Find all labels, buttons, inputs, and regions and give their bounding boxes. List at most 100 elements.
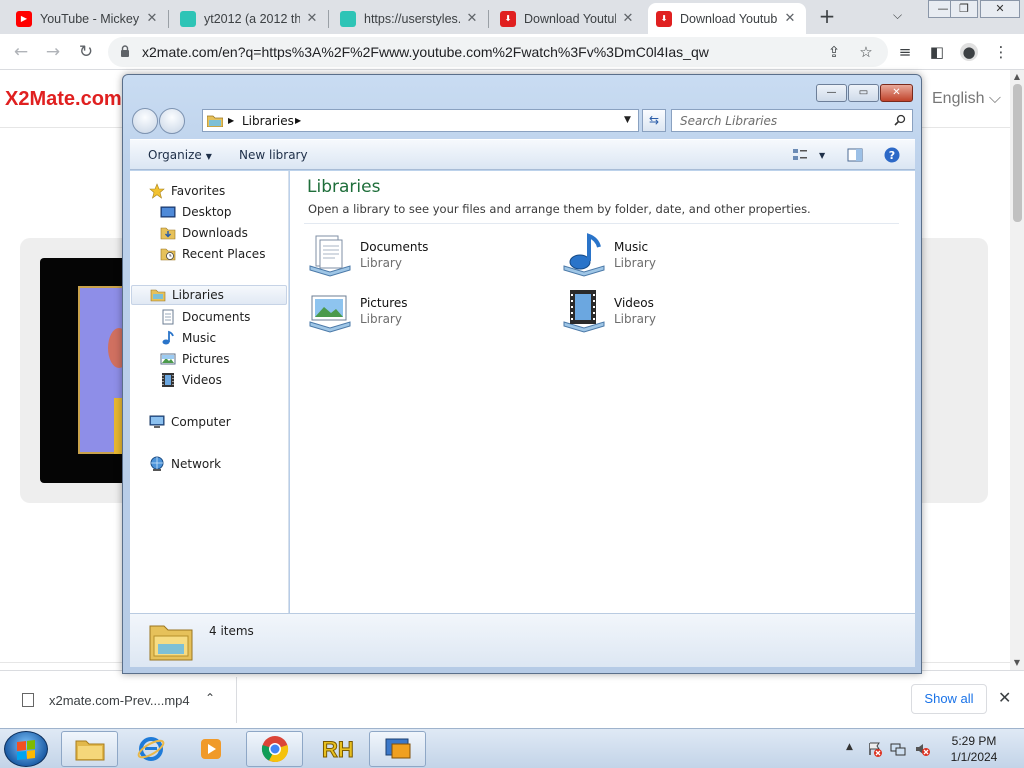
divider bbox=[304, 223, 899, 224]
taskbar-remote-desktop[interactable] bbox=[369, 731, 426, 767]
tab-download-youtube[interactable]: ⬇ Download Youtub ✕ bbox=[492, 3, 644, 34]
library-videos[interactable]: Videos Library bbox=[560, 288, 790, 338]
organize-button[interactable]: Organize ▼ bbox=[148, 148, 212, 162]
share-icon[interactable]: ⇪ bbox=[825, 43, 843, 61]
back-arrow-icon[interactable]: ← bbox=[10, 41, 32, 63]
documents-icon bbox=[162, 309, 174, 325]
libraries-folder-icon bbox=[149, 625, 193, 661]
volume-muted-icon[interactable] bbox=[914, 741, 930, 757]
tab-search-chevron-icon[interactable]: ⌵ bbox=[893, 8, 902, 23]
side-panel-icon[interactable]: ◧ bbox=[928, 43, 946, 61]
minimize-icon[interactable]: — bbox=[816, 84, 847, 102]
maximize-icon[interactable]: ▭ bbox=[848, 84, 879, 102]
nav-libraries[interactable]: Libraries bbox=[131, 285, 287, 305]
scroll-up-icon[interactable]: ▲ bbox=[1012, 72, 1022, 81]
nav-network[interactable]: Network bbox=[130, 454, 289, 474]
taskbar-internet-explorer[interactable] bbox=[122, 731, 179, 767]
breadcrumb-separator-icon[interactable]: ▶ bbox=[228, 116, 234, 125]
pictures-icon bbox=[160, 353, 176, 365]
chevron-up-icon[interactable]: ⌃ bbox=[205, 691, 215, 705]
menu-kebab-icon[interactable]: ⋮ bbox=[992, 43, 1010, 61]
close-window-icon[interactable]: ✕ bbox=[980, 0, 1020, 18]
close-window-icon[interactable]: ✕ bbox=[880, 84, 913, 102]
library-documents[interactable]: Documents Library bbox=[306, 232, 536, 282]
close-icon[interactable]: ✕ bbox=[620, 11, 636, 26]
nav-pictures[interactable]: Pictures bbox=[130, 349, 289, 369]
breadcrumb-libraries[interactable]: Libraries bbox=[242, 114, 294, 128]
taskbar-media-player[interactable] bbox=[182, 731, 239, 767]
search-icon bbox=[894, 114, 906, 126]
refresh-icon[interactable]: ⇆ bbox=[642, 109, 666, 132]
breadcrumb-separator-icon[interactable]: ▶ bbox=[295, 116, 301, 125]
help-icon[interactable]: ? bbox=[884, 147, 900, 163]
change-view-icon[interactable] bbox=[792, 147, 808, 163]
close-icon[interactable]: ✕ bbox=[304, 11, 320, 26]
nav-favorites[interactable]: Favorites bbox=[130, 181, 289, 201]
chrome-icon bbox=[261, 736, 288, 763]
libraries-icon bbox=[150, 289, 166, 302]
svg-text:RH: RH bbox=[322, 737, 354, 762]
start-button[interactable] bbox=[4, 731, 48, 767]
nav-recent-places[interactable]: Recent Places bbox=[130, 244, 289, 264]
nav-videos[interactable]: Videos bbox=[130, 370, 289, 390]
taskbar-rh[interactable]: RH bbox=[308, 731, 365, 767]
library-pictures[interactable]: Pictures Library bbox=[306, 288, 536, 338]
search-placeholder: Search Libraries bbox=[680, 114, 778, 128]
tab-yt2012[interactable]: yt2012 (a 2012 th ✕ bbox=[172, 3, 328, 34]
nav-music[interactable]: Music bbox=[130, 328, 289, 348]
show-hidden-icons-icon[interactable]: ▲ bbox=[846, 742, 853, 752]
network-tray-icon[interactable] bbox=[890, 741, 906, 757]
close-icon[interactable]: ✕ bbox=[998, 688, 1011, 707]
language-selector[interactable]: English ⌵ bbox=[932, 90, 1001, 108]
site-logo[interactable]: X2Mate.com bbox=[5, 88, 122, 111]
new-tab-button[interactable]: + bbox=[815, 6, 839, 28]
scroll-down-icon[interactable]: ▼ bbox=[1012, 658, 1022, 667]
nav-downloads[interactable]: Downloads bbox=[130, 223, 289, 243]
tab-userstyles[interactable]: https://userstyles. ✕ bbox=[332, 3, 488, 34]
scrollbar-thumb[interactable] bbox=[1013, 84, 1022, 222]
close-icon[interactable]: ✕ bbox=[144, 11, 160, 26]
tab-download-youtube-active[interactable]: ⬇ Download Youtub ✕ bbox=[648, 3, 806, 34]
taskbar-chrome[interactable] bbox=[246, 731, 303, 767]
libraries-heading: Libraries bbox=[307, 177, 381, 197]
content-pane: Libraries Open a library to see your fil… bbox=[290, 171, 915, 613]
forward-arrow-icon[interactable]: → bbox=[42, 41, 64, 63]
show-all-button[interactable]: Show all bbox=[911, 684, 987, 714]
video-film-icon bbox=[162, 373, 174, 387]
library-type: Library bbox=[614, 256, 656, 270]
reload-icon[interactable]: ↻ bbox=[75, 41, 97, 63]
close-icon[interactable]: ✕ bbox=[464, 11, 480, 26]
address-bar[interactable]: ▶ Libraries ▶ ▼ bbox=[202, 109, 639, 132]
bookmark-star-icon[interactable]: ☆ bbox=[857, 43, 875, 61]
download-filename[interactable]: x2mate.com-Prev....mp4 bbox=[49, 693, 190, 708]
action-center-icon[interactable] bbox=[867, 741, 883, 757]
restore-icon[interactable]: ❐ bbox=[950, 0, 978, 18]
address-bar[interactable]: x2mate.com/en?q=https%3A%2F%2Fwww.youtub… bbox=[108, 37, 888, 67]
nav-computer[interactable]: Computer bbox=[130, 412, 289, 432]
library-music[interactable]: Music Library bbox=[560, 232, 790, 282]
back-arrow-icon[interactable] bbox=[132, 108, 158, 134]
nav-label: Documents bbox=[182, 310, 251, 324]
library-type: Library bbox=[614, 312, 656, 326]
organize-label: Organize bbox=[148, 148, 202, 162]
reading-list-icon[interactable]: ≡ bbox=[896, 43, 914, 61]
close-icon[interactable]: ✕ bbox=[782, 11, 798, 26]
taskbar-explorer[interactable] bbox=[61, 731, 118, 767]
forward-arrow-icon[interactable] bbox=[159, 108, 185, 134]
nav-desktop[interactable]: Desktop bbox=[130, 202, 289, 222]
profile-avatar-icon[interactable]: ● bbox=[960, 43, 978, 61]
library-name: Pictures bbox=[360, 296, 408, 310]
libraries-folder-icon bbox=[207, 115, 223, 127]
recent-places-icon bbox=[160, 248, 176, 261]
preview-pane-icon[interactable] bbox=[847, 147, 863, 163]
system-clock[interactable]: 5:29 PM 1/1/2024 bbox=[940, 733, 1008, 765]
tab-youtube[interactable]: ▶ YouTube - Mickey ✕ bbox=[8, 3, 168, 34]
lock-icon bbox=[121, 45, 129, 57]
page-scrollbar[interactable]: ▲ ▼ bbox=[1010, 70, 1024, 670]
nav-documents[interactable]: Documents bbox=[130, 307, 289, 327]
address-dropdown-icon[interactable]: ▼ bbox=[624, 115, 631, 125]
new-library-button[interactable]: New library bbox=[239, 148, 308, 162]
view-dropdown-icon[interactable]: ▼ bbox=[819, 151, 825, 160]
search-input[interactable]: Search Libraries bbox=[671, 109, 913, 132]
tab-divider bbox=[488, 10, 489, 28]
